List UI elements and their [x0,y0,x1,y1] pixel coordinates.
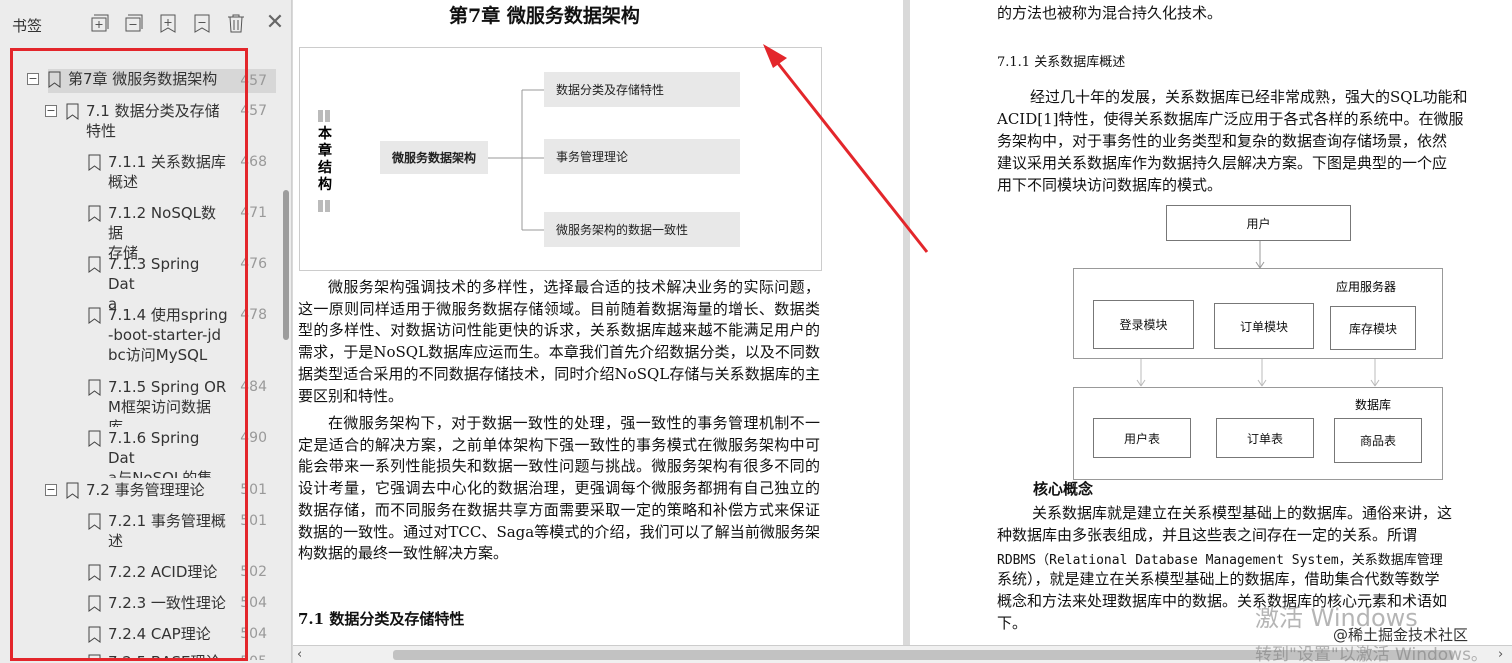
bookmark-page: 457 [240,103,267,119]
bookmark-page: 478 [240,307,267,323]
bookmark-panel: 书签 ✕ 第7章 微服务数据架构 − 457 7.1 数据分类及存储 特性 − … [0,0,292,663]
bookmark-label: 7.1.1 关系数据库 概述 [108,153,226,191]
bookmark-page: 490 [240,430,267,446]
bookmark-icon [88,205,101,222]
bookmark-label: 第7章 微服务数据架构 [68,70,218,88]
bookmark-page: 505 [227,652,267,660]
add-bookmark-icon[interactable] [156,10,180,36]
bookmark-icon [48,71,61,88]
bookmark-icon [88,307,101,324]
expand-all-icon[interactable] [88,10,112,36]
activation-watermark-sub: 转到"设置"以激活 Windows。 [1255,645,1488,663]
bookmark-label: 7.2 事务管理理论 [86,481,205,499]
bookmark-label: 7.1.6 Spring Dat a与NoSQL的集 成 [108,429,213,478]
delete-icon[interactable] [224,10,248,36]
bookmark-page: 468 [240,154,267,170]
bookmark-page: 501 [240,513,267,529]
bookmark-item[interactable]: 7.1 数据分类及存储 特性 [66,101,226,141]
bookmark-item[interactable]: 7.1.5 Spring OR M框架访问数据 库 [88,377,228,427]
bookmark-item[interactable]: 7.2 事务管理理论 [66,480,226,500]
bookmark-label: 7.1 数据分类及存储 特性 [86,102,220,140]
bookmark-page: 471 [240,205,267,221]
bookmark-icon [88,654,101,660]
bookmark-icon [88,430,101,447]
remove-bookmark-icon[interactable] [190,10,214,36]
bookmark-item[interactable]: 7.2.5 BASE理论 [88,652,228,660]
scroll-right-icon[interactable]: › [1498,647,1503,662]
bookmark-page: 501 [240,482,267,498]
bookmark-icon [88,256,101,273]
bookmark-page: 504 [240,626,267,642]
bookmark-page: 457 [240,73,267,89]
bookmark-icon [66,103,79,120]
bookmark-label: 7.2.2 ACID理论 [108,563,218,581]
bookmark-icon [66,482,79,499]
bookmark-icon [88,564,101,581]
bookmark-tree: 第7章 微服务数据架构 − 457 7.1 数据分类及存储 特性 − 457 7… [14,60,276,660]
bookmark-item[interactable]: 7.1.6 Spring Dat a与NoSQL的集 成 [88,428,228,478]
collapse-toggle[interactable]: − [45,105,57,117]
bookmark-page: 504 [240,595,267,611]
bookmark-item[interactable]: 7.2.4 CAP理论 [88,624,228,644]
bookmark-page: 476 [240,256,267,272]
bookmark-icon [88,379,101,396]
bookmark-icon [88,513,101,530]
bookmark-label: 7.2.4 CAP理论 [108,625,211,643]
bookmark-panel-title: 书签 [12,17,43,35]
bookmark-item[interactable]: 7.1.1 关系数据库 概述 [88,152,228,192]
bookmark-item[interactable]: 7.2.2 ACID理论 [88,562,228,582]
bookmark-label: 7.2.3 一致性理论 [108,594,226,612]
bookmark-item[interactable]: 7.2.1 事务管理概 述 [88,511,228,551]
document-view[interactable]: 第7章 微服务数据架构 本 章 结 构 微服务数据架构 数据分类及存储特性 事务… [293,0,1512,645]
bookmark-icon [88,154,101,171]
bookmark-label: 7.1.4 使用spring -boot-starter-jd bc访问MySQ… [108,306,228,364]
bookmark-page: 484 [240,379,267,395]
bookmark-label: 7.2.1 事务管理概 述 [108,512,226,550]
scroll-left-icon[interactable]: ‹ [297,647,302,662]
collapse-toggle[interactable]: − [45,484,57,496]
close-icon[interactable]: ✕ [264,12,286,34]
bookmark-item[interactable]: 7.2.3 一致性理论 [88,593,228,613]
bookmark-page: 502 [240,564,267,580]
bookmark-label: 7.1.5 Spring OR M框架访问数据 库 [108,378,227,427]
bookmark-icon [88,626,101,643]
bookmark-item[interactable]: 7.1.4 使用spring -boot-starter-jd bc访问MySQ… [88,305,228,365]
bookmark-icon [88,595,101,612]
annotation-arrow [763,44,929,253]
bookmark-label: 7.2.5 BASE理论 [108,652,221,660]
collapse-all-icon[interactable] [122,10,146,36]
collapse-toggle[interactable]: − [27,73,39,85]
pdf-reader-window: 书签 ✕ 第7章 微服务数据架构 − 457 7.1 数据分类及存储 特性 − … [0,0,1512,663]
sidebar-scrollbar[interactable] [283,190,289,340]
